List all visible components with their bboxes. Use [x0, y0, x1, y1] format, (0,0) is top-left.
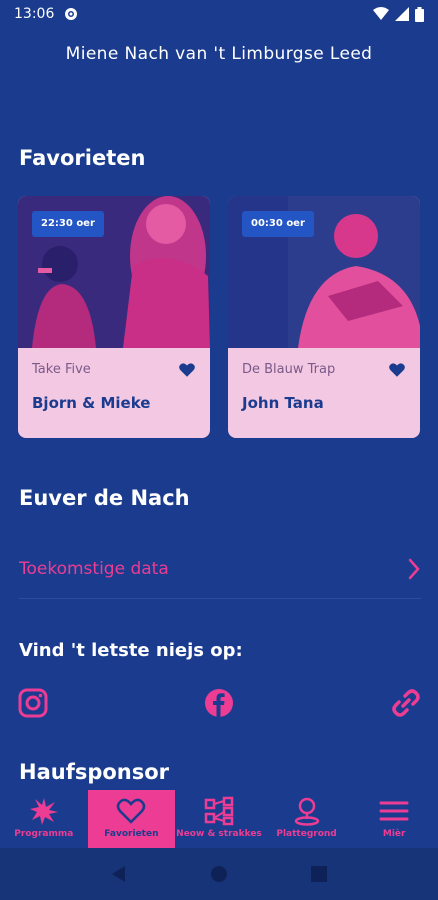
- program-icon: [29, 798, 58, 825]
- heart-icon: [117, 798, 146, 824]
- system-navigation: [0, 848, 438, 900]
- heart-icon[interactable]: [388, 361, 406, 379]
- status-time: 13:06: [14, 6, 55, 22]
- signal-icon: [395, 7, 409, 21]
- bottom-navigation: Programma Favorieten Neow & strakkes Pla…: [0, 790, 438, 848]
- news-heading: Vind 't letste niejs op:: [19, 640, 243, 661]
- heart-icon[interactable]: [178, 361, 196, 379]
- nav-plattegrond[interactable]: Plattegrond: [263, 790, 351, 848]
- menu-icon: [379, 801, 409, 821]
- battery-icon: [415, 6, 424, 22]
- nav-label: Programma: [14, 829, 74, 839]
- card-subtitle: Take Five: [32, 362, 91, 377]
- wifi-icon: [373, 7, 389, 20]
- divider: [19, 598, 421, 599]
- list-icon: [204, 796, 234, 826]
- home-icon[interactable]: [210, 865, 228, 883]
- about-heading: Euver de Nach: [19, 486, 190, 510]
- sponsor-heading: Haufsponsor: [19, 760, 170, 784]
- nav-label: Favorieten: [104, 829, 159, 839]
- future-dates-link[interactable]: Toekomstige data: [19, 546, 421, 592]
- back-icon[interactable]: [111, 865, 127, 883]
- favorite-card[interactable]: 22:30 oer Take Five Bjorn & Mieke: [18, 196, 210, 438]
- card-subtitle: De Blauw Trap: [242, 362, 336, 377]
- nav-label: Mièr: [382, 829, 406, 839]
- performer-name: Bjorn & Mieke: [32, 394, 151, 412]
- app-title: Miene Nach van 't Limburgse Leed: [65, 44, 373, 64]
- nav-mier[interactable]: Mièr: [350, 790, 438, 848]
- settings-icon: [65, 8, 78, 20]
- facebook-icon[interactable]: [204, 688, 234, 718]
- future-dates-label: Toekomstige data: [19, 559, 169, 579]
- nav-label: Plattegrond: [276, 829, 337, 839]
- time-badge: 00:30 oer: [242, 211, 314, 237]
- recents-icon[interactable]: [310, 866, 327, 882]
- status-icons: [373, 6, 424, 22]
- link-icon[interactable]: [391, 688, 421, 718]
- performer-name: John Tana: [242, 394, 324, 412]
- favorite-card[interactable]: 00:30 oer De Blauw Trap John Tana: [228, 196, 420, 438]
- nav-favorieten[interactable]: Favorieten: [87, 790, 176, 848]
- favorites-heading: Favorieten: [19, 146, 146, 170]
- performer-photo: 00:30 oer: [228, 196, 420, 348]
- chevron-right-icon: [408, 558, 420, 580]
- map-pin-icon: [294, 797, 319, 826]
- nav-programma[interactable]: Programma: [0, 790, 88, 848]
- status-bar: 13:06: [0, 0, 438, 28]
- nav-label: Neow & strakkes: [176, 829, 262, 839]
- instagram-icon[interactable]: [18, 688, 48, 718]
- performer-photo: 22:30 oer: [18, 196, 210, 348]
- time-badge: 22:30 oer: [32, 211, 104, 237]
- nav-neow-strakkes[interactable]: Neow & strakkes: [175, 790, 263, 848]
